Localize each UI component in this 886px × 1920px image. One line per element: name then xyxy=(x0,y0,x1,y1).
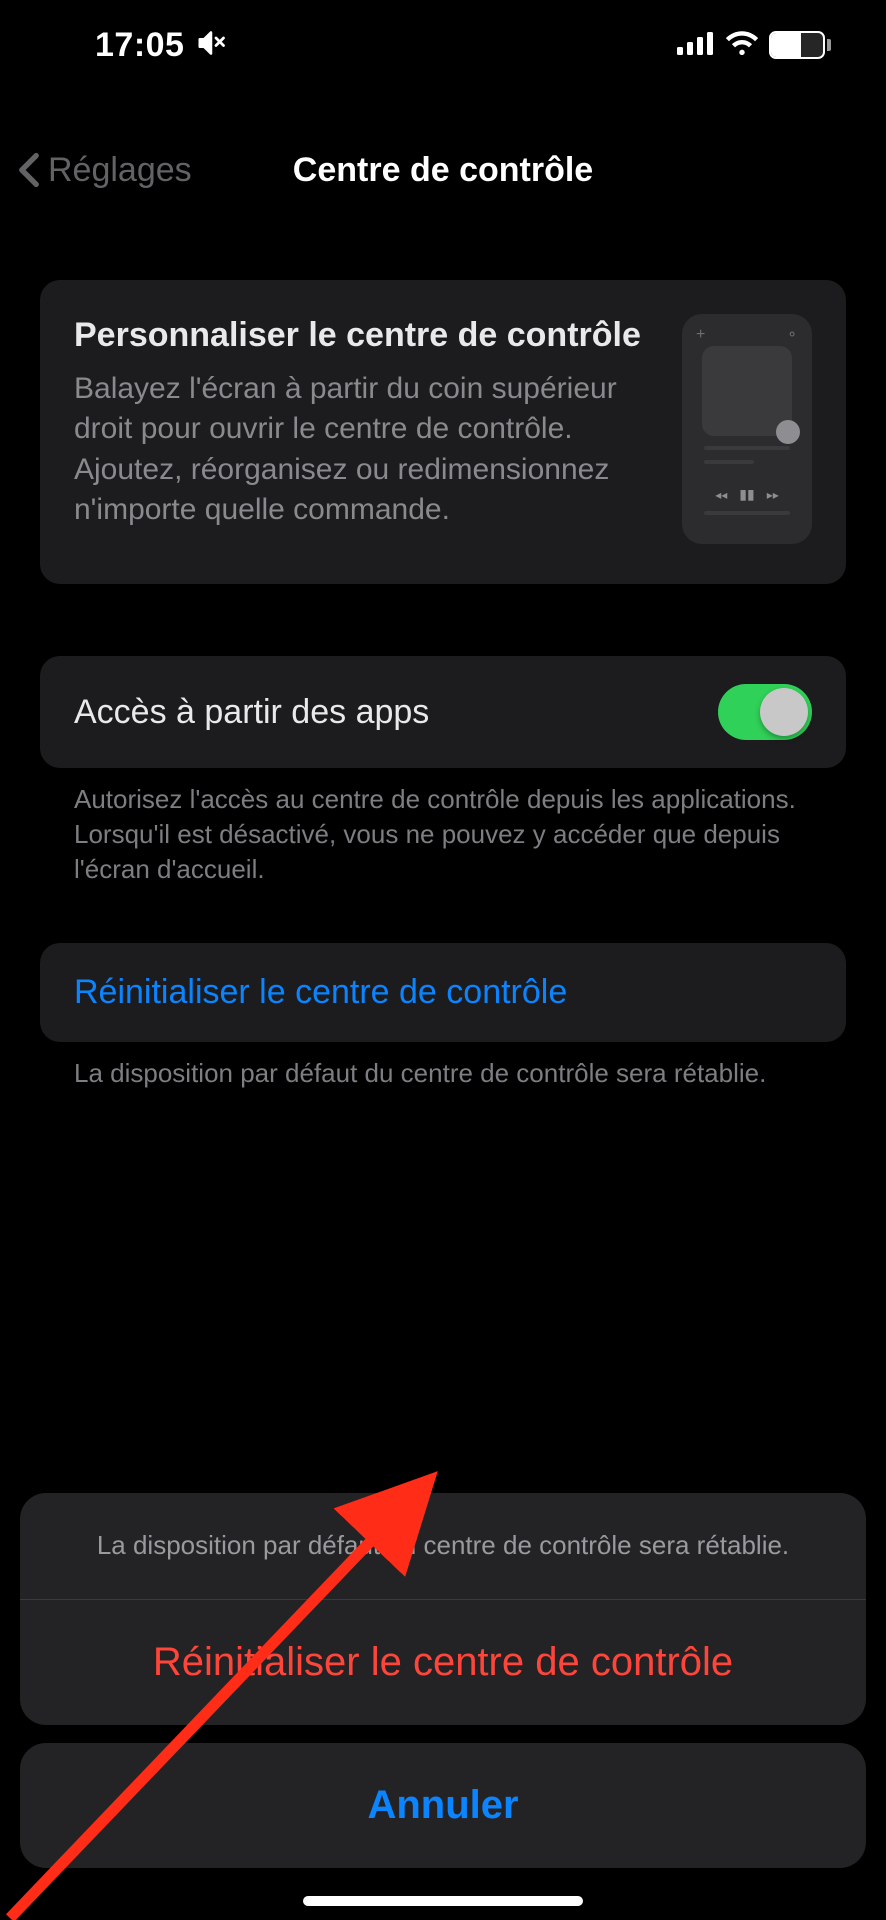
access-footer: Autorisez l'accès au centre de contrôle … xyxy=(40,768,846,887)
intro-description: Balayez l'écran à partir du coin supérie… xyxy=(74,369,652,531)
reset-link[interactable]: Réinitialiser le centre de contrôle xyxy=(40,943,846,1042)
battery-icon: 57 xyxy=(769,31,831,59)
back-button[interactable]: Réglages xyxy=(18,151,192,190)
battery-percent: 57 xyxy=(787,35,807,56)
reset-footer: La disposition par défaut du centre de c… xyxy=(40,1042,846,1091)
intro-cell: Personnaliser le centre de contrôle Bala… xyxy=(40,280,846,584)
silent-icon xyxy=(196,28,226,63)
reset-cell[interactable]: Réinitialiser le centre de contrôle xyxy=(40,943,846,1042)
wifi-icon xyxy=(725,30,759,61)
cellular-icon xyxy=(677,31,715,60)
action-sheet: La disposition par défaut du centre de c… xyxy=(20,1493,866,1868)
home-indicator[interactable] xyxy=(303,1896,583,1906)
access-toggle[interactable] xyxy=(718,684,812,740)
nav-bar: Réglages Centre de contrôle xyxy=(0,135,886,205)
access-cell: Accès à partir des apps xyxy=(40,656,846,768)
phone-mockup-icon: + ⚬ ◂◂▮▮▸▸ xyxy=(682,314,812,544)
back-label: Réglages xyxy=(48,151,192,190)
intro-title: Personnaliser le centre de contrôle xyxy=(74,314,652,357)
sheet-cancel-button[interactable]: Annuler xyxy=(20,1743,866,1868)
sheet-message: La disposition par défaut du centre de c… xyxy=(20,1493,866,1600)
sheet-reset-button[interactable]: Réinitialiser le centre de contrôle xyxy=(20,1600,866,1725)
page-title: Centre de contrôle xyxy=(293,151,593,190)
status-bar: 17:05 57 xyxy=(0,0,886,90)
status-time: 17:05 xyxy=(95,26,184,65)
access-label: Accès à partir des apps xyxy=(74,693,429,732)
